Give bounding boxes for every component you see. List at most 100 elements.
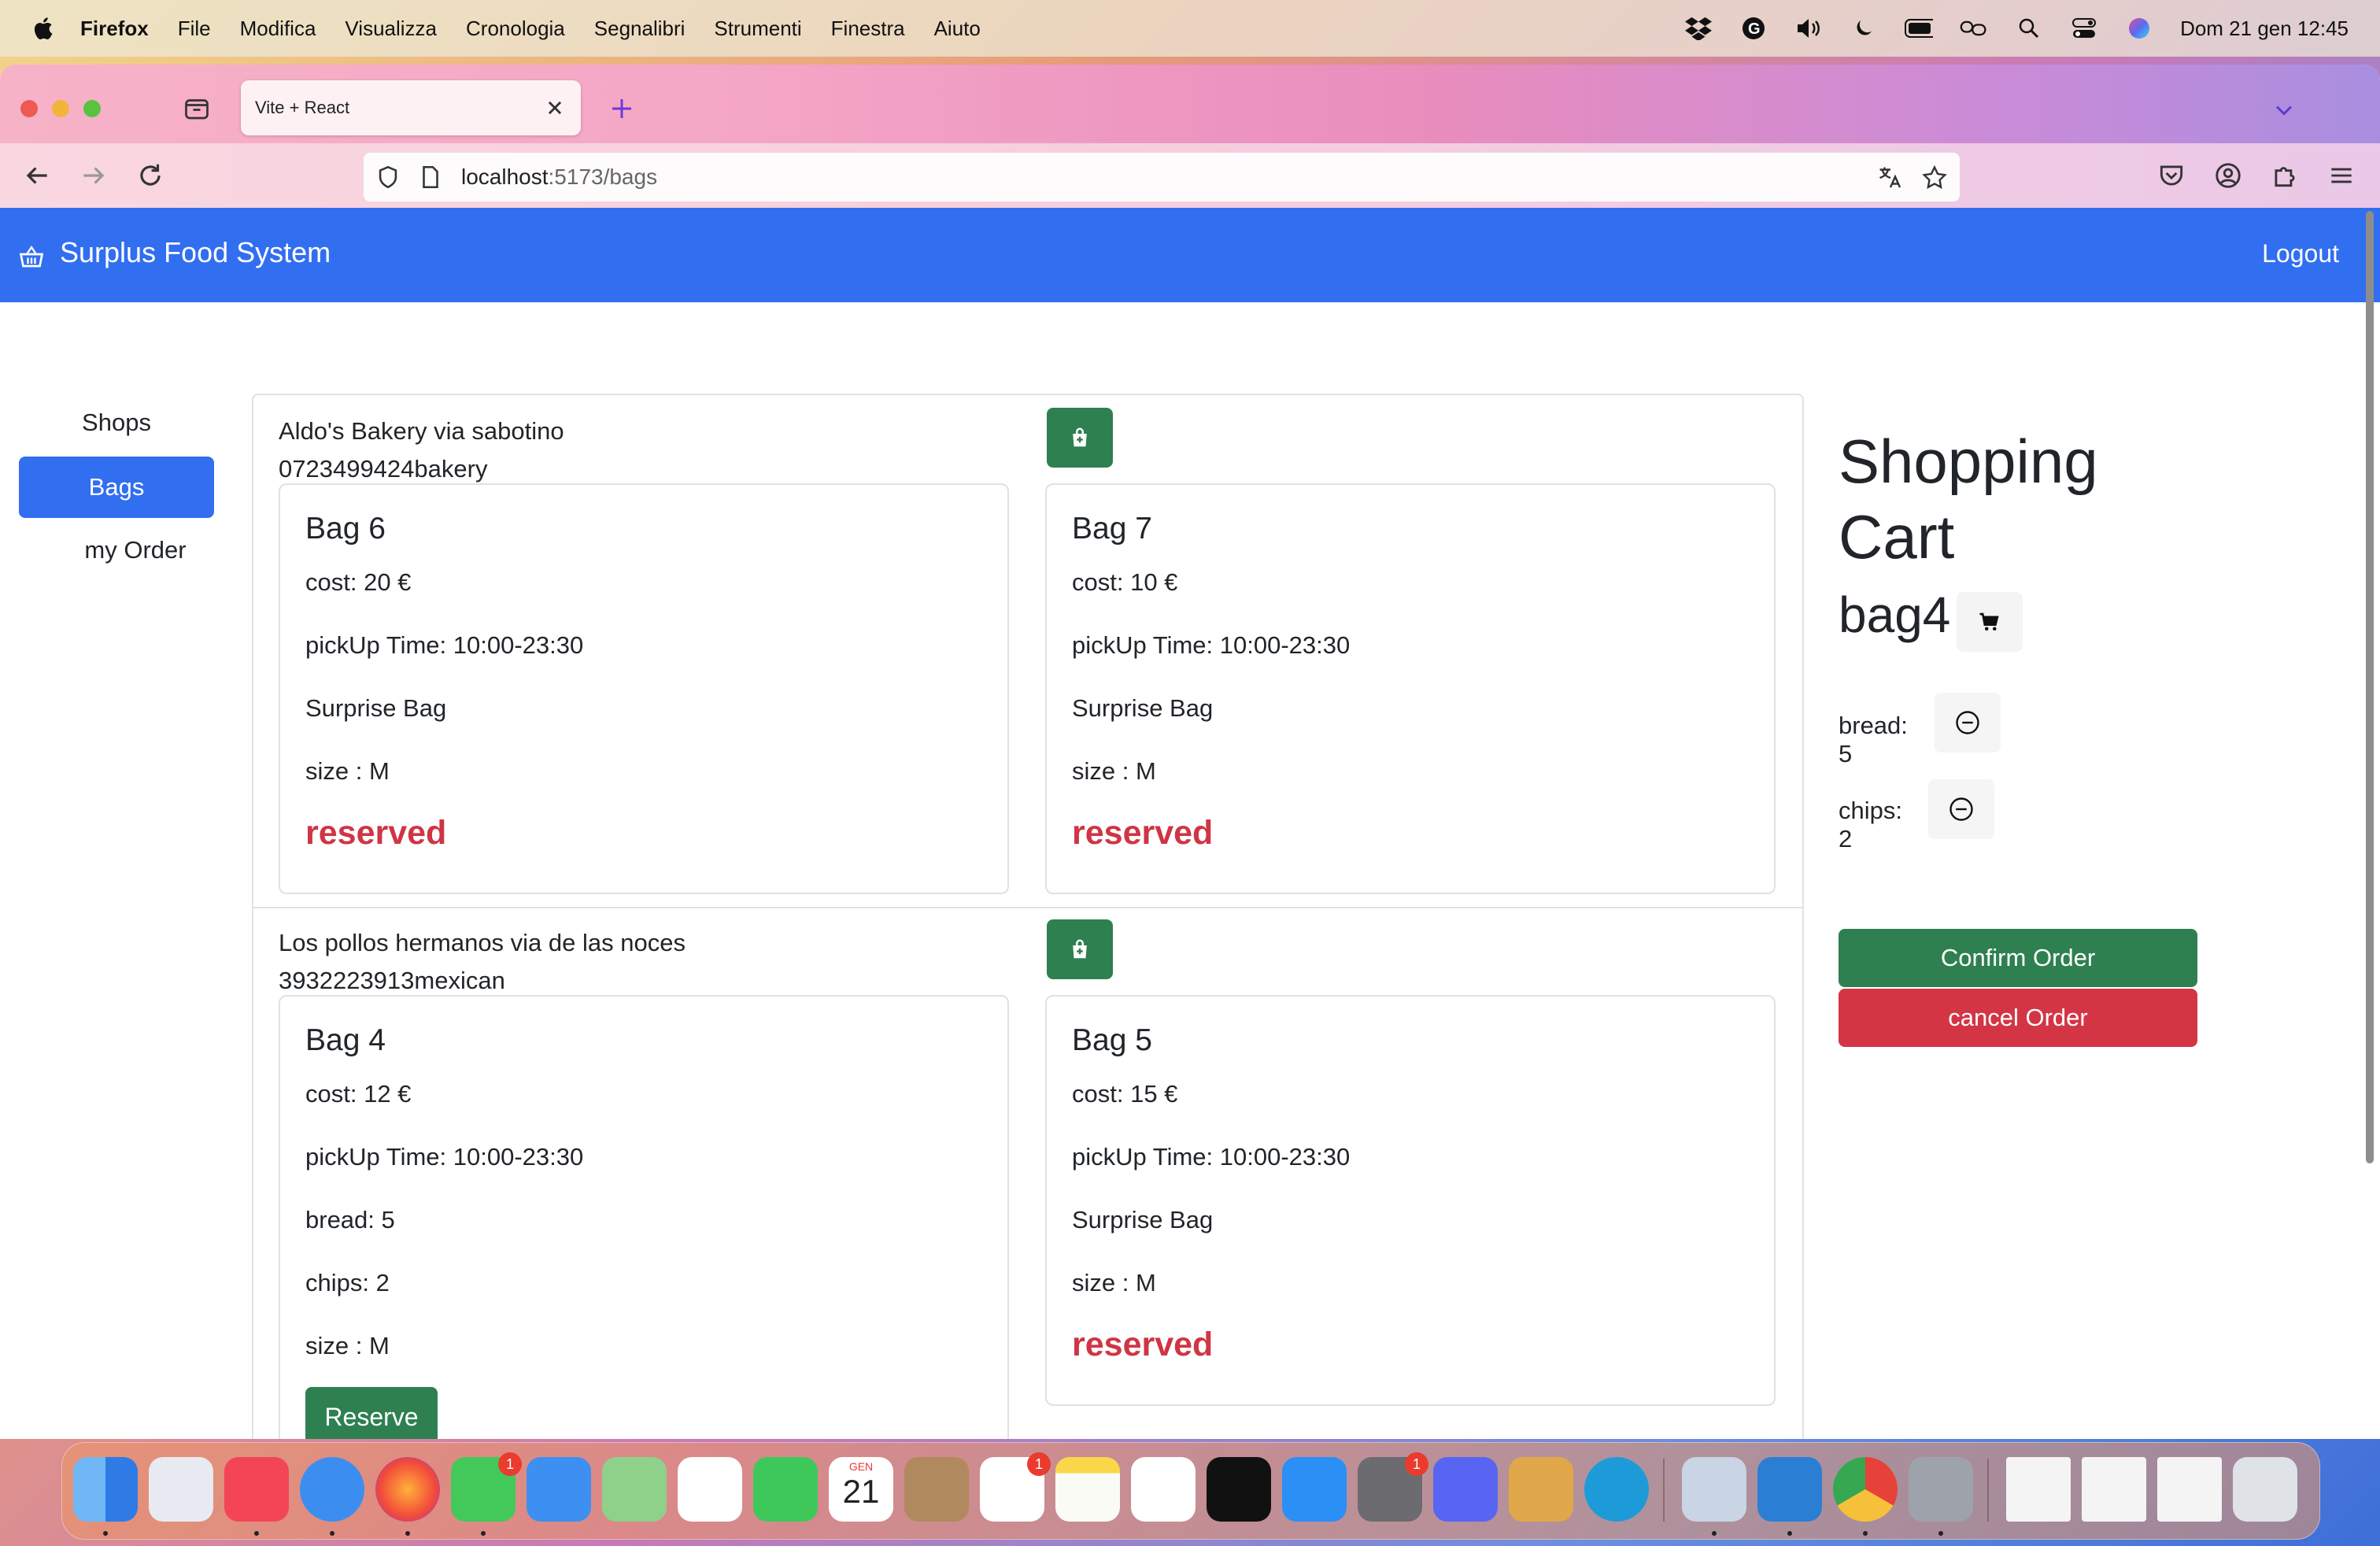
menubar-status-area: G Dom 21 gen 12:45 — [1684, 0, 2349, 57]
dropbox-icon[interactable] — [1684, 14, 1713, 43]
safari-icon[interactable] — [300, 1457, 364, 1522]
settings-badge: 1 — [1405, 1452, 1428, 1476]
extensions-puzzle-icon[interactable] — [2270, 161, 2300, 190]
reserved-status: reserved — [305, 814, 447, 852]
url-text[interactable]: localhost:5173/bags — [461, 165, 657, 190]
discord-icon[interactable] — [1433, 1457, 1498, 1522]
music-icon[interactable] — [224, 1457, 289, 1522]
menubar-clock[interactable]: Dom 21 gen 12:45 — [2180, 17, 2349, 41]
minimized-window-thumbnail[interactable] — [2157, 1457, 2222, 1522]
spotlight-search-icon[interactable] — [2015, 14, 2043, 43]
cart-heading: Shopping Cart — [1839, 427, 2098, 571]
app-brand-title[interactable]: Surplus Food System — [60, 236, 331, 269]
shop-bag-button[interactable] — [1047, 408, 1113, 468]
tracking-protection-shield-icon[interactable] — [375, 164, 401, 190]
skype-icon[interactable] — [1584, 1457, 1649, 1522]
system-settings-icon[interactable]: 1 — [1358, 1452, 1428, 1522]
sidebar-item-my-order[interactable]: my Order — [38, 520, 233, 581]
close-tab-icon[interactable] — [541, 94, 568, 121]
reserve-button[interactable]: Reserve — [305, 1387, 438, 1439]
minimized-window-thumbnail[interactable] — [2006, 1457, 2071, 1522]
new-tab-icon[interactable] — [608, 94, 636, 123]
forward-arrow-icon[interactable] — [79, 161, 109, 190]
facetime-icon[interactable] — [753, 1457, 818, 1522]
cart-button[interactable] — [1957, 592, 2023, 652]
bag-size: size : M — [305, 1332, 390, 1359]
menu-app-name[interactable]: Firefox — [80, 17, 149, 41]
back-arrow-icon[interactable] — [22, 161, 52, 190]
minimize-window-button[interactable] — [52, 100, 69, 117]
preview-icon[interactable] — [1682, 1457, 1746, 1522]
cancel-order-button[interactable]: cancel Order — [1839, 989, 2197, 1047]
photos-icon[interactable] — [678, 1457, 742, 1522]
reminders-icon[interactable]: 1 — [980, 1452, 1051, 1522]
reload-icon[interactable] — [135, 161, 165, 190]
close-window-button[interactable] — [20, 100, 38, 117]
maps-icon[interactable] — [602, 1457, 667, 1522]
grammarly-icon[interactable]: G — [1739, 14, 1768, 43]
menu-visualizza[interactable]: Visualizza — [345, 17, 437, 41]
volume-icon[interactable] — [1794, 14, 1823, 43]
menu-file[interactable]: File — [178, 17, 211, 41]
minimized-window-thumbnail[interactable] — [2082, 1457, 2146, 1522]
archive-utility-icon[interactable] — [1509, 1457, 1573, 1522]
dash-circle-icon — [1949, 797, 1973, 821]
notes-icon[interactable] — [1055, 1457, 1120, 1522]
list-all-tabs-chevron-icon[interactable] — [2270, 96, 2298, 124]
remove-chips-button[interactable] — [1928, 779, 1994, 839]
bag-pickup-time: pickUp Time: 10:00-23:30 — [305, 631, 584, 659]
bag-card: Bag 5 cost: 15 € pickUp Time: 10:00-23:3… — [1045, 995, 1776, 1406]
siri-icon[interactable] — [2125, 14, 2153, 43]
firefox-icon[interactable] — [375, 1457, 440, 1522]
apple-tv-icon[interactable] — [1207, 1457, 1271, 1522]
menu-strumenti[interactable]: Strumenti — [714, 17, 801, 41]
menu-modifica[interactable]: Modifica — [240, 17, 316, 41]
bag-title: Bag 6 — [305, 512, 386, 546]
battery-icon[interactable] — [1905, 14, 1934, 43]
sidebar-item-bags[interactable]: Bags — [19, 457, 214, 518]
logout-link[interactable]: Logout — [2262, 239, 2339, 268]
account-icon[interactable] — [2213, 161, 2243, 190]
vscode-icon[interactable] — [1757, 1457, 1822, 1522]
page-scrollbar[interactable] — [2366, 211, 2374, 1163]
confirm-order-button[interactable]: Confirm Order — [1839, 929, 2197, 987]
bag-type: Surprise Bag — [1072, 694, 1214, 722]
control-center-icon[interactable] — [2070, 14, 2098, 43]
tab-title: Vite + React — [255, 98, 350, 117]
contacts-icon[interactable] — [904, 1457, 969, 1522]
translate-icon[interactable] — [1876, 164, 1905, 192]
messages-icon[interactable]: 1 — [451, 1452, 522, 1522]
app-store-icon[interactable] — [1282, 1457, 1347, 1522]
browser-tab[interactable]: Vite + React — [241, 80, 581, 135]
menu-finestra[interactable]: Finestra — [831, 17, 905, 41]
bookmark-star-icon[interactable] — [1920, 164, 1949, 192]
sidebar-item-shops[interactable]: Shops — [19, 392, 214, 453]
page-info-icon[interactable] — [417, 164, 444, 190]
dock-separator — [1663, 1459, 1665, 1522]
apple-logo-icon[interactable] — [30, 14, 58, 43]
shop-name: Los pollos hermanos via de las noces — [279, 929, 686, 956]
mail-icon[interactable] — [527, 1457, 591, 1522]
freeform-icon[interactable] — [1131, 1457, 1196, 1522]
menu-aiuto[interactable]: Aiuto — [934, 17, 981, 41]
launchpad-icon[interactable] — [149, 1457, 213, 1522]
menu-segnalibri[interactable]: Segnalibri — [594, 17, 686, 41]
bag-card: Bag 7 cost: 10 € pickUp Time: 10:00-23:3… — [1045, 483, 1776, 894]
hamburger-menu-icon[interactable] — [2326, 161, 2356, 190]
calendar-icon[interactable]: GEN 21 — [829, 1457, 893, 1522]
screen-mirroring-icon[interactable] — [1960, 14, 1988, 43]
finder-icon[interactable] — [73, 1457, 138, 1522]
shop-bag-button[interactable] — [1047, 919, 1113, 979]
url-bar[interactable]: localhost:5173/bags — [364, 153, 1960, 202]
remove-bread-button[interactable] — [1935, 693, 2001, 753]
zoom-window-button[interactable] — [83, 100, 101, 117]
focus-moon-icon[interactable] — [1850, 14, 1878, 43]
page-content: Surplus Food System Logout Shops Bags my… — [0, 208, 2380, 1439]
menu-cronologia[interactable]: Cronologia — [466, 17, 565, 41]
bag-pickup-time: pickUp Time: 10:00-23:30 — [1072, 631, 1351, 659]
database-icon[interactable] — [1909, 1457, 1973, 1522]
trash-icon[interactable] — [2233, 1457, 2297, 1522]
pocket-icon[interactable] — [2156, 161, 2186, 190]
firefox-view-icon[interactable] — [183, 94, 211, 123]
chrome-icon[interactable] — [1833, 1457, 1898, 1522]
